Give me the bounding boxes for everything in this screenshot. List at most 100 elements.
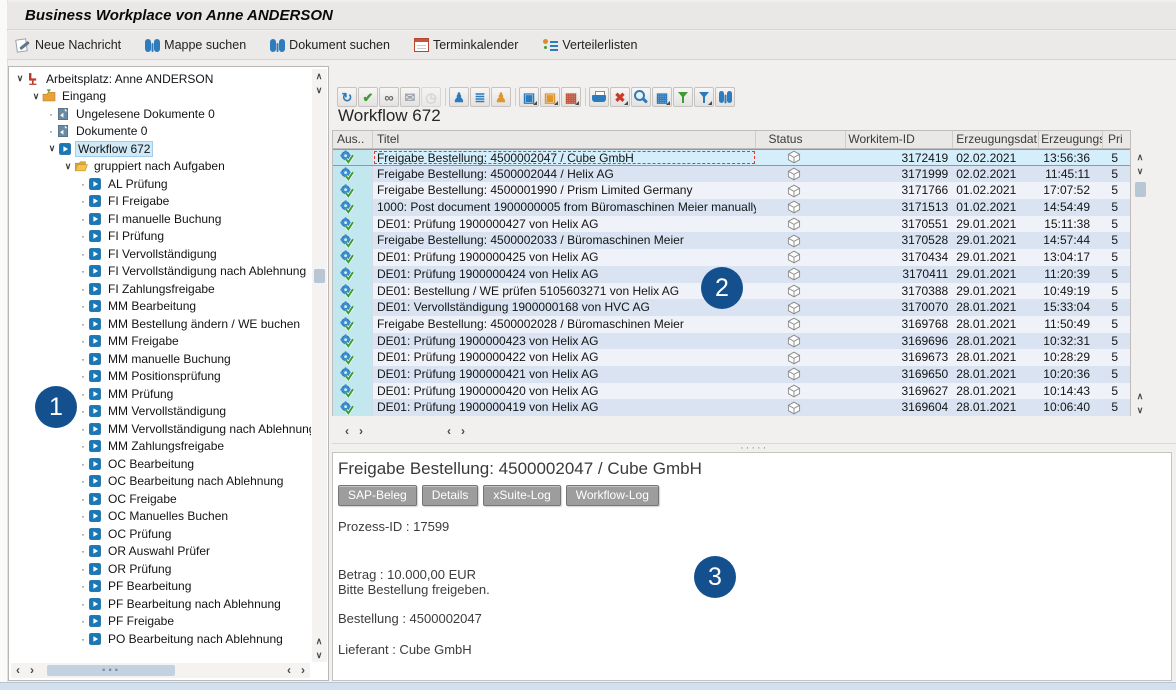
tree-item-pf-freigabe[interactable]: ·PF Freigabe [10, 613, 311, 631]
execute-cell[interactable] [333, 283, 373, 300]
tree-item-arbeitsplatz-anne-anderson[interactable]: ∨Arbeitsplatz: Anne ANDERSON [10, 70, 311, 88]
tree-item-dokumente-0[interactable]: ·Dokumente 0 [10, 123, 311, 141]
tree-item-mm-positionspr-fung[interactable]: ·MM Positionsprüfung [10, 368, 311, 386]
tree-horizontal-scrollbar[interactable]: ‹ › ‹ › [11, 663, 310, 678]
choose-layout-button[interactable]: ▣ [540, 87, 560, 107]
tree-item-oc-bearbeitung-nach-ablehnung[interactable]: ·OC Bearbeitung nach Ablehnung [10, 473, 311, 491]
agent-button[interactable]: ♟ [449, 87, 469, 107]
expander-icon[interactable]: ∨ [30, 91, 42, 102]
tree-item-mm-freigabe[interactable]: ·MM Freigabe [10, 333, 311, 351]
resubmission-button[interactable]: ♟ [491, 87, 511, 107]
find-button[interactable] [715, 87, 735, 107]
column-header-status[interactable]: Status [756, 131, 846, 148]
tree-item-pf-bearbeitung[interactable]: ·PF Bearbeitung [10, 578, 311, 596]
expander-icon[interactable]: ∨ [46, 143, 58, 154]
table-row[interactable]: DE01: Prüfung 1900000419 von Helix AG316… [333, 399, 1130, 416]
workflow-log-button[interactable]: Workflow-Log [566, 485, 659, 506]
table-row[interactable]: Freigabe Bestellung: 4500002033 / Büroma… [333, 232, 1130, 249]
scroll-up-icon[interactable]: ∧ [312, 69, 326, 83]
layout-button[interactable]: ▣ [519, 87, 539, 107]
scroll-right-icon[interactable]: › [354, 425, 368, 439]
print-button[interactable] [589, 87, 609, 107]
expander-icon[interactable]: ∨ [62, 161, 74, 172]
scroll-down-icon[interactable]: ∨ [1133, 403, 1147, 417]
xsuite-log-button[interactable]: xSuite-Log [483, 485, 560, 506]
execute-cell[interactable] [333, 266, 373, 283]
tree-item-fi-zahlungsfreigabe[interactable]: ·FI Zahlungsfreigabe [10, 280, 311, 298]
tree-item-or-pr-fung[interactable]: ·OR Prüfung [10, 560, 311, 578]
delete-button[interactable]: ✖ [610, 87, 630, 107]
details-button[interactable]: Details [422, 485, 479, 506]
execute-cell[interactable] [333, 249, 373, 266]
tree-item-mm-manuelle-buchung[interactable]: ·MM manuelle Buchung [10, 350, 311, 368]
tree-item-fi-manuelle-buchung[interactable]: ·FI manuelle Buchung [10, 210, 311, 228]
sort-button[interactable]: ≣ [470, 87, 490, 107]
scroll-up-icon[interactable]: ∧ [1133, 150, 1147, 164]
scroll-left-icon[interactable]: ‹ [442, 425, 456, 439]
accept-button[interactable]: ✔ [358, 87, 378, 107]
scroll-left-icon[interactable]: ‹ [340, 425, 354, 439]
execute-cell[interactable] [333, 166, 373, 183]
table-row[interactable]: DE01: Prüfung 1900000427 von Helix AG317… [333, 216, 1130, 233]
tree-item-fi-vervollst-ndigung[interactable]: ·FI Vervollständigung [10, 245, 311, 263]
execute-cell[interactable] [333, 316, 373, 333]
find-next-button[interactable] [631, 87, 651, 107]
tree-item-oc-pr-fung[interactable]: ·OC Prüfung [10, 525, 311, 543]
execute-cell[interactable] [333, 299, 373, 316]
tree-item-al-pr-fung[interactable]: ·AL Prüfung [10, 175, 311, 193]
resubmit-clock-button[interactable]: ◷ [421, 87, 441, 107]
table-row[interactable]: DE01: Prüfung 1900000422 von Helix AG316… [333, 349, 1130, 366]
new-message-button[interactable]: Neue Nachricht [15, 38, 121, 53]
scroll-left-icon[interactable]: ‹ [11, 664, 25, 678]
sap-beleg-button[interactable]: SAP-Beleg [338, 485, 417, 506]
table-row[interactable]: Freigabe Bestellung: 4500002028 / Büroma… [333, 316, 1130, 333]
table-horizontal-scrollbar[interactable]: ‹ › ‹ › [340, 424, 1146, 439]
table-row[interactable]: DE01: Prüfung 1900000421 von Helix AG316… [333, 366, 1130, 383]
tree-item-fi-vervollst-ndigung-nach-ablehnung[interactable]: ·FI Vervollständigung nach Ablehnung [10, 263, 311, 281]
distribution-lists-button[interactable]: Verteilerlisten [542, 38, 637, 52]
table-row[interactable]: Freigabe Bestellung: 4500002047 / Cube G… [333, 149, 1130, 166]
table-vertical-scrollbar[interactable]: ∧ ∨ ∧ ∨ [1133, 150, 1148, 417]
scroll-right-icon[interactable]: › [456, 425, 470, 439]
execute-cell[interactable] [333, 216, 373, 233]
tree-item-fi-pr-fung[interactable]: ·FI Prüfung [10, 228, 311, 246]
table-row[interactable]: DE01: Prüfung 1900000425 von Helix AG317… [333, 249, 1130, 266]
tree-item-oc-manuelles-buchen[interactable]: ·OC Manuelles Buchen [10, 508, 311, 526]
scroll-right-icon[interactable]: › [25, 664, 39, 678]
tree-item-mm-bearbeitung[interactable]: ·MM Bearbeitung [10, 298, 311, 316]
table-row[interactable]: DE01: Prüfung 1900000420 von Helix AG316… [333, 383, 1130, 400]
execute-cell[interactable] [333, 333, 373, 350]
execute-cell[interactable] [333, 182, 373, 199]
execute-cell[interactable] [333, 399, 373, 416]
execute-cell[interactable] [333, 366, 373, 383]
find-folder-button[interactable]: Mappe suchen [145, 38, 246, 52]
tree-item-mm-bestellung-ndern-we-buchen[interactable]: ·MM Bestellung ändern / WE buchen [10, 315, 311, 333]
tree-item-fi-freigabe[interactable]: ·FI Freigabe [10, 193, 311, 211]
column-header-id[interactable]: Workitem-ID [846, 131, 953, 148]
tree-item-oc-bearbeitung[interactable]: ·OC Bearbeitung [10, 455, 311, 473]
tree-item-workflow-672[interactable]: ∨Workflow 672 [10, 140, 311, 158]
refresh-button[interactable]: ↻ [337, 87, 357, 107]
scroll-up-icon[interactable]: ∧ [1133, 389, 1147, 403]
display-button[interactable]: ∞ [379, 87, 399, 107]
table-row[interactable]: Freigabe Bestellung: 4500001990 / Prism … [333, 182, 1130, 199]
scroll-down-icon[interactable]: ∨ [1133, 164, 1147, 178]
column-header-date[interactable]: Erzeugungsdat.. [953, 131, 1039, 148]
expander-icon[interactable]: ∨ [14, 73, 26, 84]
scroll-left-icon[interactable]: ‹ [282, 664, 296, 678]
tree-item-mm-zahlungsfreigabe[interactable]: ·MM Zahlungsfreigabe [10, 438, 311, 456]
column-header-aus[interactable]: Aus.. [333, 131, 373, 148]
column-header-titel[interactable]: Titel [373, 131, 757, 148]
scrollbar-thumb[interactable] [314, 269, 325, 283]
scroll-down-icon[interactable]: ∨ [312, 648, 326, 662]
filter-criteria-button[interactable] [694, 87, 714, 107]
scrollbar-thumb[interactable] [1135, 182, 1146, 197]
tree-item-or-auswahl-pr-fer[interactable]: ·OR Auswahl Prüfer [10, 543, 311, 561]
table-row[interactable]: Freigabe Bestellung: 4500002044 / Helix … [333, 166, 1130, 183]
tree-item-oc-freigabe[interactable]: ·OC Freigabe [10, 490, 311, 508]
tree-item-gruppiert-nach-aufgaben[interactable]: ∨gruppiert nach Aufgaben [10, 158, 311, 176]
scroll-right-icon[interactable]: › [296, 664, 310, 678]
table-row[interactable]: DE01: Prüfung 1900000423 von Helix AG316… [333, 333, 1130, 350]
column-header-pri[interactable]: Pri [1103, 131, 1130, 148]
execute-cell[interactable] [333, 349, 373, 366]
